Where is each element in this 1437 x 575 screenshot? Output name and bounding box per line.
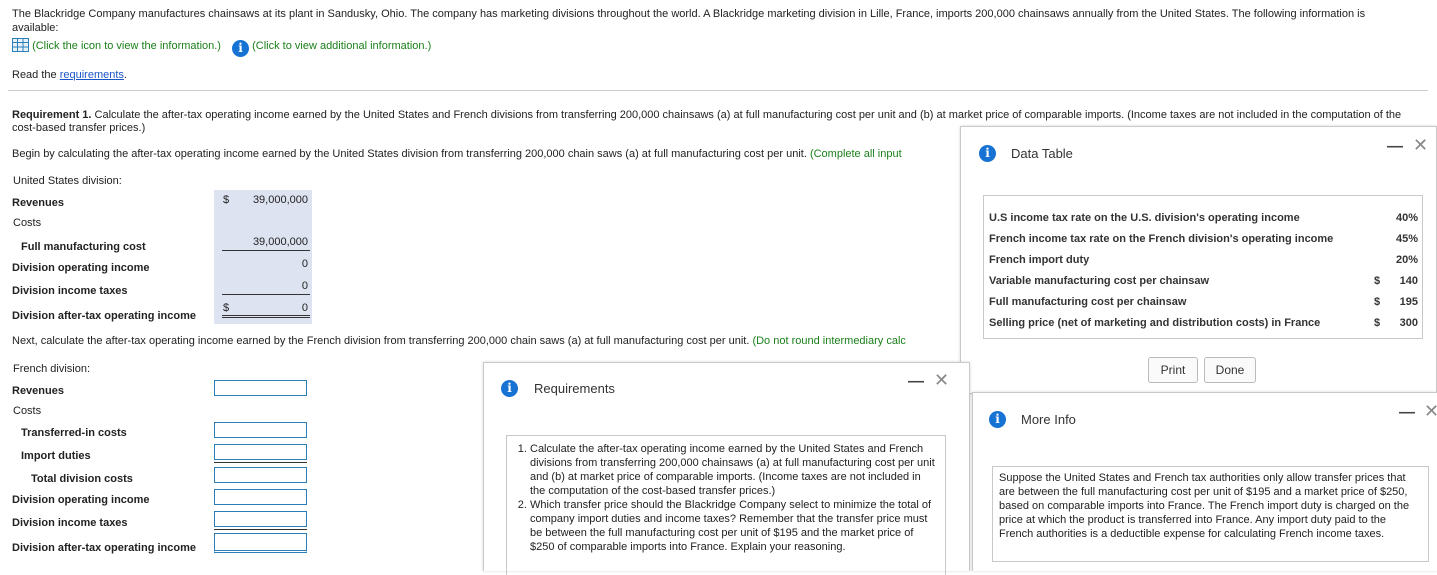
row-label: Full manufacturing cost per chainsaw [989,296,1187,308]
info-icon[interactable]: i [232,40,250,57]
requirements-close-button[interactable]: ✕ [934,370,949,391]
more-info-popup: i More Info — ✕ Suppose the United State… [972,392,1437,571]
requirement-item-1: Calculate the after-tax operating income… [530,442,939,498]
fr-import-label: Import duties [21,450,91,462]
requirements-title: Requirements [534,381,615,396]
next-text: Next, calculate the after-tax operating … [12,335,753,347]
divider [8,90,1428,91]
view-information-link[interactable]: (Click the icon to view the information.… [32,40,221,52]
row-currency: $ [1374,296,1381,308]
fr-div-op-input[interactable] [214,489,307,505]
row-currency: $ [1374,317,1381,329]
us-full-mfg-value[interactable]: 39,000,000 [216,236,308,248]
requirements-list-box: Calculate the after-tax operating income… [506,435,946,575]
fr-import-input[interactable] [214,444,307,460]
requirements-info-icon: i [501,380,518,397]
us-div-tax-value[interactable]: 0 [216,280,308,292]
row-label: French income tax rate on the French div… [989,233,1334,245]
us-div-tax-label: Division income taxes [12,285,128,297]
us-underline-1 [222,250,310,251]
done-button[interactable]: Done [1204,357,1256,383]
data-table-grid: U.S income tax rate on the U.S. division… [983,195,1423,339]
intro-text: The Blackridge Company manufactures chai… [12,8,1366,34]
table-icon[interactable] [12,38,29,52]
row-value: 195 [1399,296,1418,308]
fr-division-title: French division: [13,363,91,375]
row-label: U.S income tax rate on the U.S. division… [989,212,1300,224]
us-double-underline-a [222,315,310,316]
requirement-label: Requirement 1. [12,109,92,121]
requirements-minimize-button[interactable]: — [908,373,924,391]
row-label: French import duty [989,254,1090,266]
us-full-mfg-label: Full manufacturing cost [21,241,146,253]
fr-underline-2 [214,529,307,530]
row-label: Variable manufacturing cost per chainsaw [989,275,1210,287]
us-revenues-label: Revenues [12,197,64,209]
more-info-text: Suppose the United States and French tax… [992,466,1429,562]
more-info-minimize-button[interactable]: — [1399,404,1415,422]
us-double-underline-b [222,317,310,318]
info-links: (Click the icon to view the information.… [12,38,431,57]
requirements-link[interactable]: requirements [60,69,124,81]
row-label: Selling price (net of marketing and dist… [989,317,1321,329]
row-value: 140 [1399,275,1418,287]
fr-div-tax-input[interactable] [214,511,307,527]
fr-total-input[interactable] [214,467,307,483]
more-info-icon: i [989,411,1006,428]
row-value: 45% [1395,233,1418,245]
us-div-after-value[interactable]: 0 [216,302,308,314]
fr-underline-1 [214,462,307,463]
data-table-minimize-button[interactable]: — [1387,138,1403,156]
print-button[interactable]: Print [1148,357,1198,383]
us-division-title: United States division: [13,175,122,187]
requirements-popup: i Requirements — ✕ Calculate the after-t… [483,362,970,575]
us-underline-2 [222,294,310,295]
fr-transferred-label: Transferred-in costs [21,427,127,439]
begin-text: Begin by calculating the after-tax opera… [12,148,810,160]
row-value: 300 [1399,317,1418,329]
more-info-close-button[interactable]: ✕ [1424,401,1437,422]
next-green-note: (Do not round intermediary calc [752,335,906,347]
fr-revenues-label: Revenues [12,385,64,397]
fr-div-op-label: Division operating income [12,494,150,506]
fr-revenues-input[interactable] [214,380,307,396]
begin-instruction: Begin by calculating the after-tax opera… [12,148,960,160]
fr-div-tax-label: Division income taxes [12,517,128,529]
us-div-op-value[interactable]: 0 [216,258,308,270]
requirement-item-2: Which transfer price should the Blackrid… [530,498,939,554]
read-requirements: Read the requirements. [12,69,127,81]
us-costs-label: Costs [13,217,42,229]
row-value: 20% [1395,254,1418,266]
us-revenues-value[interactable]: 39,000,000 [216,194,308,206]
us-div-op-label: Division operating income [12,262,150,274]
fr-div-after-label: Division after-tax operating income [12,542,196,554]
fr-costs-label: Costs [13,405,42,417]
view-additional-info-link[interactable]: (Click to view additional information.) [252,40,431,52]
us-div-after-label: Division after-tax operating income [12,310,196,322]
fr-transferred-input[interactable] [214,422,307,438]
begin-green-note: (Complete all input [809,148,902,160]
data-table-popup: i Data Table — ✕ U.S income tax rate on … [960,126,1437,394]
data-table-info-icon: i [979,145,996,162]
more-info-title: More Info [1021,412,1076,427]
data-table-title: Data Table [1011,146,1073,161]
fr-total-label: Total division costs [31,473,133,485]
read-suffix: . [123,69,127,81]
data-table-close-button[interactable]: ✕ [1413,135,1428,156]
row-currency: $ [1374,275,1381,287]
row-value: 40% [1395,212,1418,224]
read-prefix: Read the [12,69,60,81]
fr-div-after-input[interactable] [214,533,307,553]
requirements-list: Calculate the after-tax operating income… [513,442,939,554]
next-instruction: Next, calculate the after-tax operating … [12,335,960,347]
